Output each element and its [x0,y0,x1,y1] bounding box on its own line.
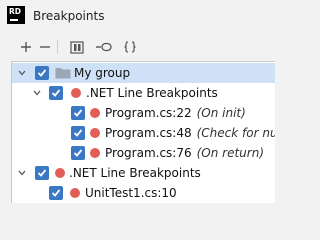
tree-row-label: My group [74,66,131,80]
breakpoint-icon [90,108,100,118]
tree-row-label: Program.cs:22 [105,106,192,120]
tree-row-breakpoint[interactable]: Program.cs:76 (On return) [12,143,275,163]
breakpoints-tree[interactable]: My group .NET Line Breakpoints Program.c… [11,61,275,203]
checkbox[interactable] [35,66,49,80]
tree-row-label: UnitTest1.cs:10 [85,186,177,200]
braces-button[interactable] [121,37,139,57]
checkbox[interactable] [49,86,63,100]
remove-icon [40,46,50,48]
checkmark-icon [73,129,83,137]
tree-row-breakpoint[interactable]: UnitTest1.cs:10 [12,183,275,203]
remove-button[interactable] [36,37,54,57]
breakpoint-icon [70,188,80,198]
tree-row-category[interactable]: .NET Line Breakpoints [12,83,275,103]
title-bar: RD Breakpoints [0,0,275,32]
app-logo-text: RD [9,7,22,16]
checkmark-icon [37,169,47,177]
add-button[interactable] [17,37,35,57]
tree-row-text: Program.cs:76 (On return) [105,146,264,160]
checkbox[interactable] [35,166,49,180]
tree-row-label: .NET Line Breakpoints [69,166,201,180]
toolbar-separator [57,40,58,54]
checkmark-icon [37,69,47,77]
folder-icon [55,68,71,79]
tree-row-note: (On return) [196,146,265,160]
chevron-down-icon[interactable] [33,89,41,97]
tree-row-label: Program.cs:48 [105,126,192,140]
checkbox[interactable] [49,186,63,200]
breakpoint-icon [90,128,100,138]
toolbar [0,36,275,58]
tree-row-note: (Check for null) [196,126,275,140]
checkmark-icon [51,189,61,197]
breakpoint-icon [71,88,81,98]
app-logo-icon: RD [7,6,25,24]
group-icon [70,40,84,54]
tree-row-text: Program.cs:22 (On init) [105,106,246,120]
checkmark-icon [73,109,83,117]
toggle-icon [96,42,112,52]
window-title: Breakpoints [33,9,105,23]
checkmark-icon [51,89,61,97]
checkbox[interactable] [71,106,85,120]
braces-icon [124,41,136,53]
toggle-button[interactable] [93,37,115,57]
tree-row-note: (On init) [196,106,246,120]
breakpoint-icon [90,148,100,158]
tree-row-breakpoint[interactable]: Program.cs:48 (Check for null) [12,123,275,143]
chevron-down-icon[interactable] [18,169,26,177]
tree-row-label: Program.cs:76 [105,146,192,160]
tree-row-breakpoint[interactable]: Program.cs:22 (On init) [12,103,275,123]
breakpoint-icon [55,168,65,178]
group-button[interactable] [68,37,86,57]
tree-row-category[interactable]: .NET Line Breakpoints [12,163,275,183]
tree-row-text: Program.cs:48 (Check for null) [105,126,275,140]
checkbox[interactable] [71,146,85,160]
checkbox[interactable] [71,126,85,140]
tree-row-label: .NET Line Breakpoints [86,86,218,100]
add-icon [21,42,31,52]
tree-row-group[interactable]: My group [12,63,275,83]
chevron-down-icon[interactable] [18,69,26,77]
checkmark-icon [73,149,83,157]
